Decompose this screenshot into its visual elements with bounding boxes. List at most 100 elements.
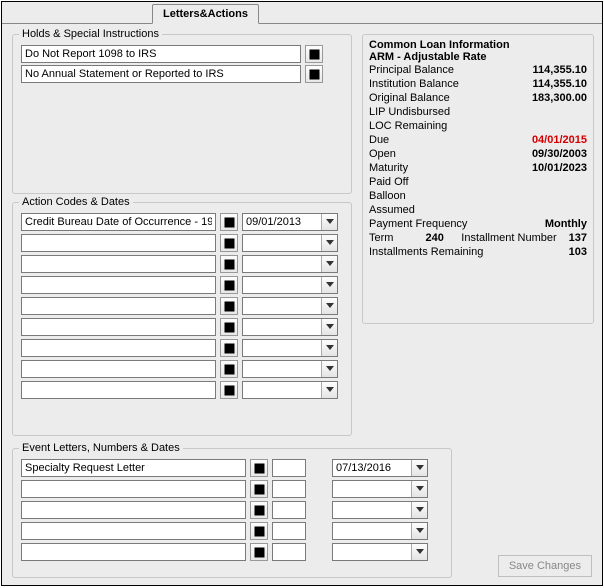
chevron-down-icon xyxy=(321,277,337,293)
action-code-picker-4[interactable] xyxy=(220,297,238,315)
action-date-combo-1[interactable] xyxy=(242,234,338,252)
action-date-combo-2[interactable] xyxy=(242,255,338,273)
list-icon xyxy=(254,526,265,537)
chevron-down-icon xyxy=(321,214,337,230)
hold-input-0[interactable] xyxy=(21,45,301,63)
principal-balance-value: 114,355.10 xyxy=(533,64,587,76)
save-changes-button[interactable]: Save Changes xyxy=(498,555,592,577)
chevron-down-icon xyxy=(411,502,427,518)
action-code-input-5[interactable] xyxy=(21,318,216,336)
maturity-label: Maturity xyxy=(369,162,408,174)
loan-info-panel: Common Loan Information ARM - Adjustable… xyxy=(362,34,594,324)
principal-balance-label: Principal Balance xyxy=(369,64,454,76)
event-letter-picker-0[interactable] xyxy=(250,459,268,477)
list-icon xyxy=(224,364,235,375)
term-label: Term xyxy=(369,232,393,244)
action-code-input-1[interactable] xyxy=(21,234,216,252)
institution-balance-value: 114,355.10 xyxy=(533,78,587,90)
action-date-combo-5[interactable] xyxy=(242,318,338,336)
loc-label: LOC Remaining xyxy=(369,120,447,132)
tab-label: Letters&Actions xyxy=(163,8,248,20)
hold-picker-0[interactable] xyxy=(305,45,323,63)
action-date-combo-3[interactable] xyxy=(242,276,338,294)
list-icon xyxy=(254,463,265,474)
list-icon xyxy=(224,301,235,312)
action-code-input-7[interactable] xyxy=(21,360,216,378)
action-code-picker-2[interactable] xyxy=(220,255,238,273)
chevron-down-icon xyxy=(321,235,337,251)
action-date-combo-6[interactable] xyxy=(242,339,338,357)
chevron-down-icon xyxy=(321,361,337,377)
action-code-picker-8[interactable] xyxy=(220,381,238,399)
holds-panel: Holds & Special Instructions xyxy=(12,34,352,194)
list-icon xyxy=(309,69,320,80)
action-title: Action Codes & Dates xyxy=(19,196,133,208)
due-value: 04/01/2015 xyxy=(532,134,587,146)
action-code-picker-0[interactable] xyxy=(220,213,238,231)
action-code-input-3[interactable] xyxy=(21,276,216,294)
event-letter-picker-4[interactable] xyxy=(250,543,268,561)
chevron-down-icon xyxy=(321,382,337,398)
balloon-label: Balloon xyxy=(369,190,406,202)
inst-rem-value: 103 xyxy=(569,246,587,258)
event-number-input-0[interactable] xyxy=(272,459,306,477)
chevron-down-icon xyxy=(411,523,427,539)
event-number-input-3[interactable] xyxy=(272,522,306,540)
event-letter-picker-1[interactable] xyxy=(250,480,268,498)
holds-title: Holds & Special Instructions xyxy=(19,28,162,40)
event-letter-input-3[interactable] xyxy=(21,522,246,540)
freq-value: Monthly xyxy=(545,218,587,230)
action-date-combo-4[interactable] xyxy=(242,297,338,315)
event-number-input-2[interactable] xyxy=(272,501,306,519)
event-date-combo-1[interactable] xyxy=(332,480,428,498)
action-date-combo-0[interactable]: 09/01/2013 xyxy=(242,213,338,231)
list-icon xyxy=(224,385,235,396)
action-code-input-2[interactable] xyxy=(21,255,216,273)
list-icon xyxy=(224,280,235,291)
event-letter-input-4[interactable] xyxy=(21,543,246,561)
action-code-input-6[interactable] xyxy=(21,339,216,357)
hold-input-1[interactable] xyxy=(21,65,301,83)
event-letter-input-0[interactable] xyxy=(21,459,246,477)
open-value: 09/30/2003 xyxy=(532,148,587,160)
action-code-picker-7[interactable] xyxy=(220,360,238,378)
event-letter-input-2[interactable] xyxy=(21,501,246,519)
event-number-input-4[interactable] xyxy=(272,543,306,561)
chevron-down-icon xyxy=(321,256,337,272)
event-date-combo-4[interactable] xyxy=(332,543,428,561)
info-title-1: Common Loan Information xyxy=(363,35,593,51)
event-number-input-1[interactable] xyxy=(272,480,306,498)
due-label: Due xyxy=(369,134,389,146)
event-date-combo-2[interactable] xyxy=(332,501,428,519)
open-label: Open xyxy=(369,148,396,160)
original-balance-value: 183,300.00 xyxy=(532,92,587,104)
action-code-picker-3[interactable] xyxy=(220,276,238,294)
event-letter-picker-3[interactable] xyxy=(250,522,268,540)
action-date-combo-7[interactable] xyxy=(242,360,338,378)
chevron-down-icon xyxy=(321,298,337,314)
action-code-input-0[interactable] xyxy=(21,213,216,231)
tab-letters-actions[interactable]: Letters&Actions xyxy=(152,4,259,24)
event-date-combo-3[interactable] xyxy=(332,522,428,540)
action-code-picker-1[interactable] xyxy=(220,234,238,252)
inst-num-value: 137 xyxy=(569,232,587,244)
action-code-picker-5[interactable] xyxy=(220,318,238,336)
save-label: Save Changes xyxy=(509,560,581,572)
inst-rem-label: Installments Remaining xyxy=(369,246,483,258)
action-date-combo-8[interactable] xyxy=(242,381,338,399)
action-code-input-8[interactable] xyxy=(21,381,216,399)
list-icon xyxy=(224,238,235,249)
chevron-down-icon xyxy=(411,481,427,497)
list-icon xyxy=(224,343,235,354)
lip-label: LIP Undisbursed xyxy=(369,106,450,118)
action-code-picker-6[interactable] xyxy=(220,339,238,357)
list-icon xyxy=(224,217,235,228)
list-icon xyxy=(309,49,320,60)
event-letter-picker-2[interactable] xyxy=(250,501,268,519)
hold-picker-1[interactable] xyxy=(305,65,323,83)
list-icon xyxy=(224,322,235,333)
event-date-combo-0[interactable]: 07/13/2016 xyxy=(332,459,428,477)
list-icon xyxy=(224,259,235,270)
event-letter-input-1[interactable] xyxy=(21,480,246,498)
action-code-input-4[interactable] xyxy=(21,297,216,315)
